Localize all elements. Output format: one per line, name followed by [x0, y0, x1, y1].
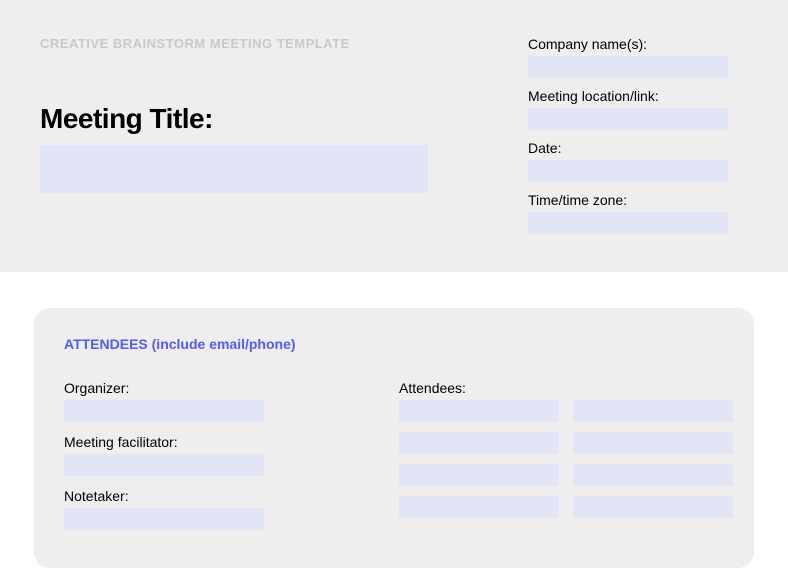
organizer-label: Organizer: — [64, 380, 399, 396]
attendee-input[interactable] — [573, 400, 733, 422]
company-label: Company name(s): — [528, 36, 748, 52]
attendees-right-column: Attendees: — [399, 380, 733, 542]
organizer-field: Organizer: — [64, 380, 399, 422]
facilitator-field: Meeting facilitator: — [64, 434, 399, 476]
facilitator-label: Meeting facilitator: — [64, 434, 399, 450]
time-field: Time/time zone: — [528, 192, 748, 234]
body-section: ATTENDEES (include email/phone) Organize… — [0, 272, 788, 568]
date-label: Date: — [528, 140, 748, 156]
attendees-card: ATTENDEES (include email/phone) Organize… — [34, 308, 754, 568]
date-field: Date: — [528, 140, 748, 182]
attendee-input[interactable] — [573, 496, 733, 518]
time-input[interactable] — [528, 212, 728, 234]
company-input[interactable] — [528, 56, 728, 78]
attendees-body: Organizer: Meeting facilitator: Notetake… — [64, 380, 724, 542]
notetaker-field: Notetaker: — [64, 488, 399, 530]
location-input[interactable] — [528, 108, 728, 130]
attendee-input[interactable] — [573, 464, 733, 486]
attendee-input[interactable] — [399, 400, 559, 422]
facilitator-input[interactable] — [64, 454, 264, 476]
date-input[interactable] — [528, 160, 728, 182]
attendees-label: Attendees: — [399, 380, 733, 396]
time-label: Time/time zone: — [528, 192, 748, 208]
organizer-input[interactable] — [64, 400, 264, 422]
attendee-input[interactable] — [399, 432, 559, 454]
company-field: Company name(s): — [528, 36, 748, 78]
attendee-input[interactable] — [573, 432, 733, 454]
notetaker-label: Notetaker: — [64, 488, 399, 504]
notetaker-input[interactable] — [64, 508, 264, 530]
meeting-title-label: Meeting Title: — [40, 103, 480, 135]
header-right-column: Company name(s): Meeting location/link: … — [528, 36, 748, 244]
template-label: CREATIVE BRAINSTORM MEETING TEMPLATE — [40, 36, 480, 51]
attendee-input[interactable] — [399, 464, 559, 486]
attendee-input[interactable] — [399, 496, 559, 518]
attendees-heading: ATTENDEES (include email/phone) — [64, 336, 724, 352]
attendees-grid — [399, 400, 733, 518]
meeting-title-input[interactable] — [40, 145, 428, 193]
location-field: Meeting location/link: — [528, 88, 748, 130]
header-left-column: CREATIVE BRAINSTORM MEETING TEMPLATE Mee… — [40, 36, 480, 193]
attendees-left-column: Organizer: Meeting facilitator: Notetake… — [64, 380, 399, 542]
location-label: Meeting location/link: — [528, 88, 748, 104]
header-section: CREATIVE BRAINSTORM MEETING TEMPLATE Mee… — [0, 0, 788, 272]
